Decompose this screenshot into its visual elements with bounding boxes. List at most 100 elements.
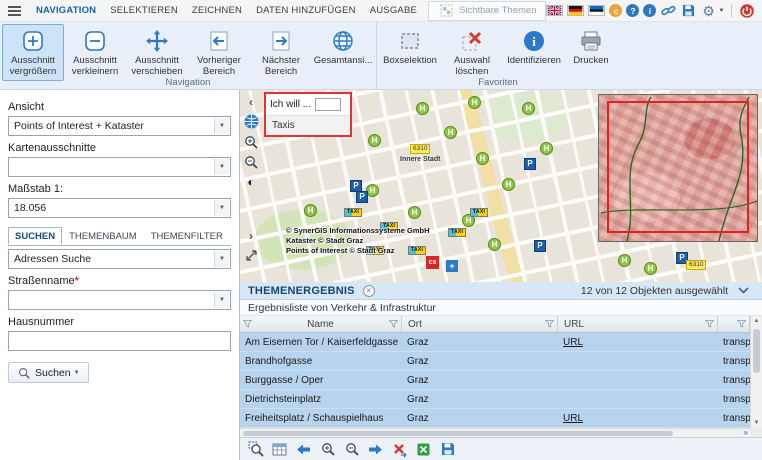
sichtbare-themen-button[interactable]: Sichtbare Themen bbox=[428, 0, 547, 21]
ribbon-button-naechster-bereich[interactable]: Nächster Bereich bbox=[250, 24, 312, 81]
map-zoom-out-icon[interactable] bbox=[242, 153, 260, 170]
power-logout-icon[interactable] bbox=[739, 3, 755, 19]
bus-stop-marker[interactable]: H bbox=[408, 206, 421, 219]
zoom-to-selection-icon[interactable] bbox=[247, 441, 264, 458]
bus-stop-marker[interactable]: H bbox=[502, 178, 515, 191]
cell-url-link[interactable]: URL bbox=[558, 337, 718, 348]
expand-panel-icon[interactable]: › bbox=[242, 227, 260, 244]
taxi-marker[interactable]: TAXI bbox=[470, 208, 489, 217]
filter-funnel-icon[interactable] bbox=[388, 320, 399, 331]
bus-stop-marker[interactable]: H bbox=[468, 96, 481, 109]
column-header-url[interactable]: URL bbox=[558, 316, 718, 332]
kartenausschnitte-select[interactable]: ▼ bbox=[8, 157, 231, 177]
bus-stop-marker[interactable]: H bbox=[522, 102, 535, 115]
scroll-right-icon[interactable]: » bbox=[744, 428, 748, 437]
horizontal-scrollbar[interactable]: » bbox=[240, 428, 750, 437]
contrast-icon[interactable]: ◐ bbox=[242, 173, 260, 190]
map-zoom-in-icon[interactable] bbox=[242, 133, 260, 150]
bus-stop-marker[interactable]: H bbox=[444, 126, 457, 139]
flag-estonia-icon[interactable] bbox=[588, 5, 606, 16]
ribbon-button-identifizieren[interactable]: i Identifizieren bbox=[503, 24, 565, 70]
cross-marker[interactable]: + bbox=[446, 260, 458, 272]
table-row[interactable]: Freiheitsplatz / Schauspielhaus Graz URL… bbox=[240, 409, 750, 428]
collapse-panel-chevron-icon[interactable] bbox=[736, 285, 750, 297]
scrollbar-thumb[interactable] bbox=[753, 329, 760, 373]
bus-stop-marker[interactable]: H bbox=[304, 204, 317, 217]
column-header-theme[interactable] bbox=[718, 316, 750, 332]
massstab-select[interactable]: 18.056 ▼ bbox=[8, 198, 231, 218]
column-header-name[interactable]: Name bbox=[240, 316, 402, 332]
zoom-in-result-icon[interactable] bbox=[319, 441, 336, 458]
filter-funnel-icon[interactable] bbox=[704, 320, 715, 331]
tab-daten-hinzufuegen[interactable]: DATEN HINZUFÜGEN bbox=[249, 0, 363, 22]
bus-stop-marker[interactable]: H bbox=[488, 238, 501, 251]
parking-marker[interactable]: P bbox=[534, 240, 546, 252]
scroll-up-icon[interactable]: ▲ bbox=[751, 318, 762, 324]
scrollbar-thumb[interactable] bbox=[243, 431, 673, 436]
fullscreen-icon[interactable] bbox=[242, 247, 260, 264]
tab-selektieren[interactable]: SELEKTIEREN bbox=[103, 0, 185, 22]
bus-stop-marker[interactable]: H bbox=[644, 262, 657, 275]
overview-extent-rect[interactable] bbox=[607, 101, 749, 233]
ribbon-button-auswahl-loeschen[interactable]: Auswahl löschen bbox=[441, 24, 503, 81]
taxi-marker[interactable]: TAXI bbox=[344, 208, 363, 217]
ansicht-select[interactable]: Points of Interest + Kataster ▼ bbox=[8, 116, 231, 136]
tab-themenbaum[interactable]: THEMENBAUM bbox=[62, 227, 144, 245]
ribbon-button-boxselektion[interactable]: Boxselektion bbox=[379, 24, 441, 70]
suchdienst-select[interactable]: Adressen Suche ▼ bbox=[8, 249, 231, 269]
taxi-marker[interactable]: TAXI bbox=[448, 228, 467, 237]
tab-ausgabe[interactable]: AUSGABE bbox=[363, 0, 424, 22]
ribbon-button-ausschnitt-verkleinern[interactable]: Ausschnitt verkleinern bbox=[64, 24, 126, 81]
filter-funnel-icon[interactable] bbox=[736, 320, 747, 331]
tab-themenfilter[interactable]: THEMENFILTER bbox=[144, 227, 230, 245]
cell-url-link[interactable]: URL bbox=[558, 413, 718, 424]
link-icon[interactable] bbox=[660, 3, 676, 19]
settings-gear-icon[interactable]: ⚙ bbox=[700, 3, 716, 19]
hamburger-menu-icon[interactable] bbox=[8, 5, 21, 16]
table-row[interactable]: Dietrichsteinplatz Graz transport bbox=[240, 390, 750, 409]
cs-logo-marker[interactable]: cs bbox=[426, 256, 439, 269]
copyright-badge-icon[interactable]: c bbox=[609, 4, 623, 17]
flag-germany-icon[interactable] bbox=[567, 5, 585, 16]
map-canvas[interactable]: ‹ ◐ › Ich will ... Taxis H H H H H H H H… bbox=[240, 90, 762, 282]
ribbon-button-ausschnitt-vergroessern[interactable]: Ausschnitt vergrößern bbox=[2, 24, 64, 81]
parking-marker[interactable]: P bbox=[356, 191, 368, 203]
ribbon-button-vorheriger-bereich[interactable]: Vorheriger Bereich bbox=[188, 24, 250, 81]
column-header-ort[interactable]: Ort bbox=[402, 316, 558, 332]
ribbon-button-gesamtansicht[interactable]: Gesamtansi... bbox=[312, 24, 374, 70]
bus-stop-marker[interactable]: H bbox=[618, 254, 631, 267]
previous-record-icon[interactable] bbox=[295, 441, 312, 458]
save-icon[interactable] bbox=[680, 3, 696, 19]
strassenname-input[interactable] bbox=[9, 291, 230, 309]
bus-stop-marker[interactable]: H bbox=[476, 152, 489, 165]
remove-selection-icon[interactable] bbox=[391, 441, 408, 458]
next-record-icon[interactable] bbox=[367, 441, 384, 458]
zoom-out-result-icon[interactable] bbox=[343, 441, 360, 458]
flag-uk-icon[interactable] bbox=[546, 5, 564, 16]
hausnummer-input[interactable] bbox=[9, 332, 230, 350]
overview-globe-icon[interactable] bbox=[242, 113, 260, 130]
filter-funnel-icon[interactable] bbox=[242, 320, 253, 331]
close-results-icon[interactable]: × bbox=[362, 284, 375, 297]
help-badge-icon[interactable]: ? bbox=[626, 4, 640, 17]
bus-stop-marker[interactable]: H bbox=[540, 142, 553, 155]
bus-stop-marker[interactable]: H bbox=[368, 134, 381, 147]
chevron-down-icon[interactable]: ▼ bbox=[214, 292, 229, 308]
tab-navigation[interactable]: NAVIGATION bbox=[29, 0, 103, 22]
table-row[interactable]: Brandhofgasse Graz transport bbox=[240, 352, 750, 371]
vertical-scrollbar[interactable]: ▲ ▼ bbox=[750, 316, 762, 428]
bus-stop-marker[interactable]: H bbox=[416, 102, 429, 115]
scroll-down-icon[interactable]: ▼ bbox=[751, 420, 762, 426]
table-row[interactable]: Am Eisernen Tor / Kaiserfeldgasse Graz U… bbox=[240, 333, 750, 352]
export-excel-icon[interactable] bbox=[415, 441, 432, 458]
attribute-table-icon[interactable] bbox=[271, 441, 288, 458]
collapse-sidebar-icon[interactable]: ‹ bbox=[242, 93, 260, 110]
tab-zeichnen[interactable]: ZEICHNEN bbox=[185, 0, 249, 22]
table-row[interactable]: Burggasse / Oper Graz transport bbox=[240, 371, 750, 390]
ribbon-button-drucken[interactable]: Drucken bbox=[565, 24, 617, 70]
parking-marker[interactable]: P bbox=[524, 158, 536, 170]
tab-suchen[interactable]: SUCHEN bbox=[8, 227, 63, 245]
ich-will-suggestion-taxis[interactable]: Taxis bbox=[266, 115, 350, 135]
overview-map[interactable] bbox=[598, 94, 758, 242]
filter-funnel-icon[interactable] bbox=[544, 320, 555, 331]
